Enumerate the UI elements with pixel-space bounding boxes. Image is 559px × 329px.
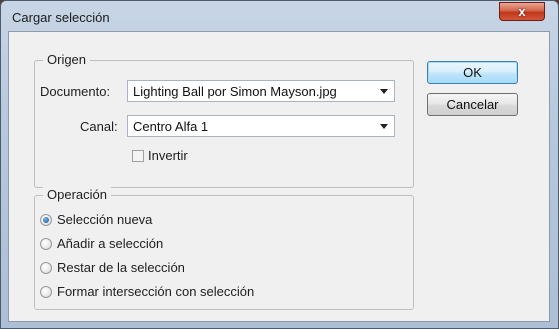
documento-label: Documento: [40, 84, 111, 99]
invertir-label[interactable]: Invertir [148, 148, 188, 163]
chevron-down-icon [380, 89, 388, 94]
operacion-legend: Operación [43, 187, 111, 202]
chevron-down-icon [380, 124, 388, 129]
radio-label-formar-interseccion[interactable]: Formar intersección con selección [57, 284, 254, 299]
title-bar: Cargar selección x [1, 1, 558, 31]
canal-select[interactable]: Centro Alfa 1 [127, 115, 395, 137]
dialog-window: Cargar selección x Origen Documento: Lig… [0, 0, 559, 329]
origen-legend: Origen [43, 52, 91, 67]
canal-label: Canal: [80, 119, 118, 134]
canal-value: Centro Alfa 1 [133, 119, 209, 134]
radio-formar-interseccion[interactable] [40, 286, 52, 298]
radio-restar-seleccion[interactable] [40, 262, 52, 274]
radio-label-anadir-seleccion[interactable]: Añadir a selección [57, 236, 163, 251]
ok-button[interactable]: OK [427, 61, 518, 84]
documento-value: Lighting Ball por Simon Mayson.jpg [133, 84, 337, 99]
close-button[interactable]: x [499, 2, 545, 21]
invertir-checkbox[interactable] [132, 150, 144, 162]
radio-seleccion-nueva[interactable] [40, 214, 52, 226]
cancel-button[interactable]: Cancelar [427, 93, 518, 116]
close-icon: x [518, 4, 526, 19]
documento-select[interactable]: Lighting Ball por Simon Mayson.jpg [127, 80, 395, 102]
dialog-body: Origen Documento: Lighting Ball por Simo… [8, 31, 550, 322]
dialog-title: Cargar selección [12, 10, 110, 25]
radio-label-restar-seleccion[interactable]: Restar de la selección [57, 260, 185, 275]
radio-label-seleccion-nueva[interactable]: Selección nueva [57, 212, 152, 227]
radio-anadir-seleccion[interactable] [40, 238, 52, 250]
